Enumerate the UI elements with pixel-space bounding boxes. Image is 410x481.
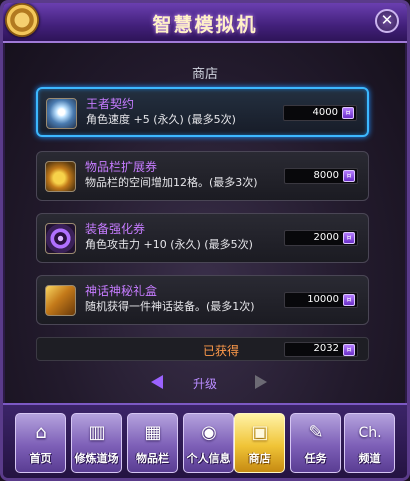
nav-inventory-button[interactable]: ▦ 物品栏 xyxy=(127,413,178,473)
close-button[interactable]: ✕ xyxy=(375,9,399,33)
item-name: 王者契约 xyxy=(86,97,135,111)
currency-icon: ¤ xyxy=(343,170,355,182)
price-box: 4000 ¤ xyxy=(283,105,357,121)
mystery-box-icon xyxy=(45,285,76,316)
item-price: 4000 xyxy=(312,107,338,118)
item-description: 物品栏的空间增加12格。(最多3次) xyxy=(85,176,258,189)
obtained-label: 已获得 xyxy=(203,344,240,358)
section-title: 商店 xyxy=(191,67,218,82)
obtained-value: 2032 xyxy=(313,343,339,354)
item-name: 神话神秘礼盒 xyxy=(85,284,158,298)
upgrade-label: 升级 xyxy=(192,377,217,391)
window-title: 智慧模拟机 xyxy=(152,14,258,36)
nav-quest-button[interactable]: ✎ 任务 xyxy=(290,413,341,473)
nav-profile-button[interactable]: ◉ 个人信息 xyxy=(183,413,234,473)
smart-simulator-window: 智慧模拟机 ✕ 商店 王者契约 角色速度 +5 (永久) (最多5次) 4000… xyxy=(0,0,410,481)
currency-icon: ¤ xyxy=(342,107,354,119)
shop-item-equipment-enhancement[interactable]: 装备强化券 角色攻击力 +10 (永久) (最多5次) 2000 ¤ xyxy=(36,213,369,263)
price-box: 2000 ¤ xyxy=(284,230,358,246)
item-price: 10000 xyxy=(307,294,339,305)
nav-label: 频道 xyxy=(358,452,381,465)
next-arrow-icon[interactable] xyxy=(255,375,267,389)
nav-channel-button[interactable]: Ch. 频道 xyxy=(344,413,395,473)
shop-item-mythic-mystery-box[interactable]: 神话神秘礼盒 随机获得一件神话装备。(最多1次) 10000 ¤ xyxy=(36,275,369,325)
enhancement-orb-icon xyxy=(45,223,76,254)
nav-label: 首页 xyxy=(29,452,52,465)
item-description: 角色攻击力 +10 (永久) (最多5次) xyxy=(85,238,253,251)
bottom-nav: ⌂ 首页 ▥ 修炼道场 ▦ 物品栏 ◉ 个人信息 ▣ 商店 ✎ 任务 Ch. 频… xyxy=(3,403,407,478)
item-description: 随机获得一件神话装备。(最多1次) xyxy=(85,300,255,313)
item-price: 2000 xyxy=(313,232,339,243)
shop-item-inventory-expansion[interactable]: 物品栏扩展券 物品栏的空间增加12格。(最多3次) 8000 ¤ xyxy=(36,151,369,201)
channel-icon: Ch. xyxy=(358,425,382,441)
home-icon: ⌂ xyxy=(35,422,47,443)
shop-item-king-contract[interactable]: 王者契约 角色速度 +5 (永久) (最多5次) 4000 ¤ xyxy=(36,87,369,137)
item-price: 8000 xyxy=(313,170,339,181)
sparkle-contract-icon xyxy=(46,98,77,129)
obtained-box: 2032 ¤ xyxy=(284,342,358,357)
training-icon: ▥ xyxy=(88,422,106,443)
inventory-icon: ▦ xyxy=(144,422,162,443)
quest-icon: ✎ xyxy=(308,422,324,443)
nav-label: 修炼道场 xyxy=(74,452,119,465)
currency-icon: ¤ xyxy=(343,232,355,244)
price-box: 10000 ¤ xyxy=(284,292,358,308)
bag-expansion-icon xyxy=(45,161,76,192)
title-bar: 智慧模拟机 ✕ xyxy=(3,3,407,43)
profile-icon: ◉ xyxy=(201,422,217,443)
currency-icon: ¤ xyxy=(343,344,355,356)
nav-shop-button[interactable]: ▣ 商店 xyxy=(234,413,285,473)
shop-icon: ▣ xyxy=(251,422,269,443)
item-name: 物品栏扩展券 xyxy=(85,160,158,174)
nav-training-button[interactable]: ▥ 修炼道场 xyxy=(71,413,122,473)
item-description: 角色速度 +5 (永久) (最多5次) xyxy=(86,113,236,126)
item-name: 装备强化券 xyxy=(85,222,146,236)
obtained-points-row: 已获得 2032 ¤ xyxy=(36,337,369,361)
nav-home-button[interactable]: ⌂ 首页 xyxy=(15,413,66,473)
price-box: 8000 ¤ xyxy=(284,168,358,184)
nav-label: 个人信息 xyxy=(186,452,231,465)
nav-label: 物品栏 xyxy=(136,452,169,465)
nav-label: 任务 xyxy=(304,452,327,465)
nav-label: 商店 xyxy=(248,452,271,465)
currency-icon: ¤ xyxy=(343,294,355,306)
